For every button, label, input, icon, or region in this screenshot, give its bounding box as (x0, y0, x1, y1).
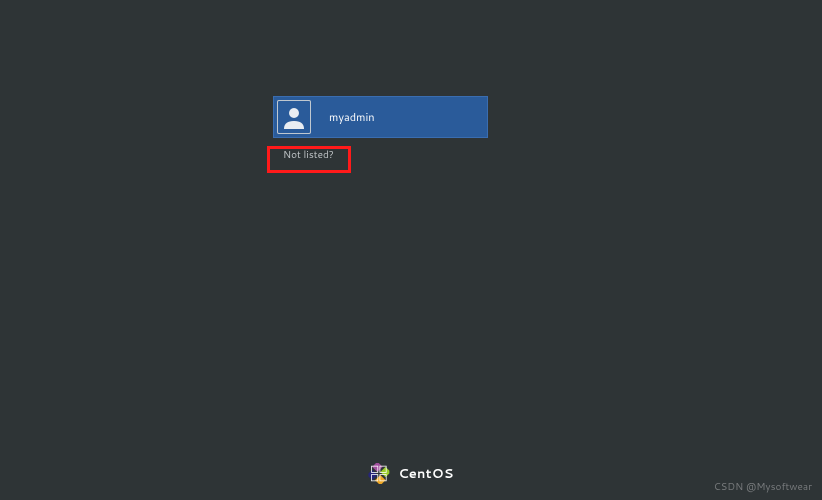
user-entry-myadmin[interactable]: myadmin (273, 96, 488, 138)
not-listed-link[interactable]: Not listed? (283, 148, 334, 162)
centos-logo-icon (368, 463, 389, 484)
branding: CentOS (368, 463, 453, 484)
watermark: CSDN @Mysoftwear (714, 480, 812, 494)
username-label: myadmin (329, 109, 375, 125)
distro-label: CentOS (398, 465, 453, 483)
avatar-icon (281, 104, 307, 130)
avatar (277, 100, 311, 134)
login-area: myadmin Not listed? (273, 96, 488, 164)
